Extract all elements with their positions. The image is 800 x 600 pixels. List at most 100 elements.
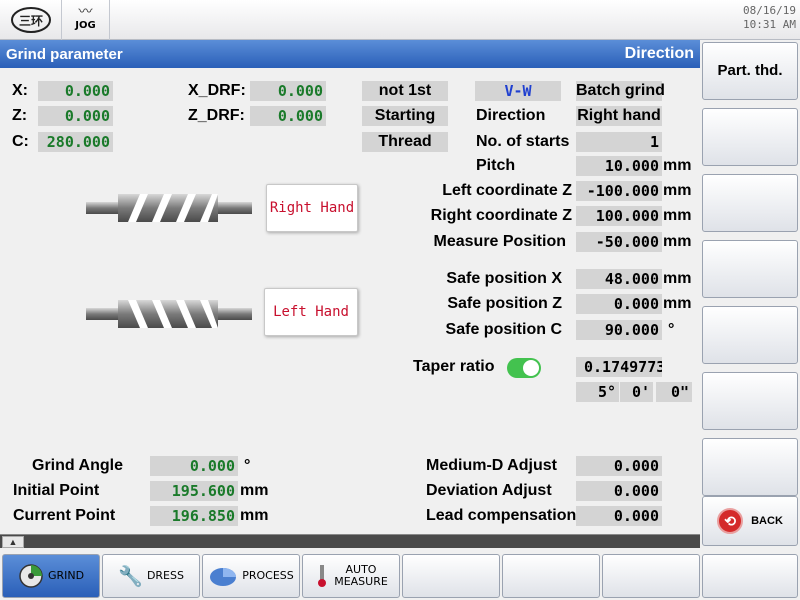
date-text: 08/16/19 xyxy=(743,4,796,17)
right-hand-thread-icon xyxy=(86,194,252,222)
grind-softkey[interactable]: GRIND xyxy=(2,554,100,598)
not-first-status[interactable]: not 1st xyxy=(362,81,448,101)
softkey-6[interactable] xyxy=(702,372,798,430)
direction-value[interactable]: Right hand xyxy=(576,106,662,126)
initial-point-label: Initial Point xyxy=(13,482,100,499)
safe-x-unit: mm xyxy=(663,270,692,287)
chevron-up-icon[interactable]: ▲ xyxy=(2,536,24,548)
right-coordinate-label: Right coordinate Z xyxy=(430,207,572,224)
direction-label: Direction xyxy=(476,107,546,124)
grind-angle-label: Grind Angle xyxy=(32,457,123,474)
svg-text:三环: 三环 xyxy=(18,14,42,28)
pitch-unit: mm xyxy=(663,157,692,174)
medium-d-adjust-label: Medium-D Adjust xyxy=(426,457,557,474)
process-label: PROCESS xyxy=(242,569,294,582)
softkey-5[interactable] xyxy=(702,306,798,364)
logo: 三环 xyxy=(0,0,62,40)
measure-position-unit: mm xyxy=(663,233,692,250)
z-drf-value: 0.000 xyxy=(250,106,326,126)
top-bar: 三环 〰 JOG 08/16/19 10:31 AM xyxy=(0,0,800,40)
x-drf-value: 0.000 xyxy=(250,81,326,101)
starts-value[interactable]: 1 xyxy=(576,132,662,152)
softkey-h7[interactable] xyxy=(602,554,700,598)
batch-grind-status[interactable]: Batch grind xyxy=(576,81,665,101)
softkey-3[interactable] xyxy=(702,174,798,232)
x-drf-label: X_DRF: xyxy=(188,82,246,99)
grind-angle-unit: ° xyxy=(244,457,251,474)
measure-position-label: Measure Position xyxy=(433,233,566,250)
z-drf-label: Z_DRF: xyxy=(188,107,245,124)
safe-c-unit: ° xyxy=(668,321,675,338)
safe-x-value[interactable]: 48.000 xyxy=(576,269,662,289)
jog-wave-icon: 〰 xyxy=(78,3,93,19)
starts-label: No. of starts xyxy=(476,133,570,150)
grind-wheel-icon xyxy=(19,564,43,588)
measure-position-value[interactable]: -50.000 xyxy=(576,232,662,252)
left-hand-thread-icon xyxy=(86,300,252,328)
current-point-unit: mm xyxy=(240,507,269,524)
safe-z-unit: mm xyxy=(663,295,692,312)
deviation-adjust-label: Deviation Adjust xyxy=(426,482,552,499)
safe-z-label: Safe position Z xyxy=(447,295,562,312)
z-axis-label: Z: xyxy=(12,107,28,124)
grind-label: GRIND xyxy=(47,569,85,582)
safe-z-value[interactable]: 0.000 xyxy=(576,294,662,314)
x-axis-label: X: xyxy=(12,82,28,99)
process-pie-icon xyxy=(210,568,237,586)
z-axis-value: 0.000 xyxy=(38,106,113,126)
medium-d-adjust-value[interactable]: 0.000 xyxy=(576,456,662,476)
initial-point-unit: mm xyxy=(240,482,269,499)
thread-status[interactable]: Thread xyxy=(362,132,448,152)
panel-mode: Direction xyxy=(624,45,694,62)
deviation-adjust-value[interactable]: 0.000 xyxy=(576,481,662,501)
left-coordinate-value[interactable]: -100.000 xyxy=(576,181,662,201)
taper-seconds[interactable]: 0" xyxy=(656,382,692,402)
back-label: BACK xyxy=(751,515,783,527)
softkey-2[interactable] xyxy=(702,108,798,166)
back-button[interactable]: ⟲ BACK xyxy=(702,496,798,546)
c-axis-value: 280.000 xyxy=(38,132,113,152)
softkey-7[interactable] xyxy=(702,438,798,496)
right-coordinate-unit: mm xyxy=(663,207,692,224)
softkey-h5[interactable] xyxy=(402,554,500,598)
right-coordinate-value[interactable]: 100.000 xyxy=(576,206,662,226)
vw-status[interactable]: V-W xyxy=(475,81,561,101)
safe-c-value[interactable]: 90.000 xyxy=(576,320,662,340)
status-strip: ▲ xyxy=(0,534,700,548)
taper-ratio-label: Taper ratio xyxy=(413,358,495,375)
grind-angle-value: 0.000 xyxy=(150,456,238,476)
probe-icon xyxy=(318,565,327,587)
dress-label: DRESS xyxy=(146,569,184,582)
process-softkey[interactable]: PROCESS xyxy=(202,554,300,598)
pitch-label: Pitch xyxy=(476,157,516,174)
pitch-value[interactable]: 10.000 xyxy=(576,156,662,176)
softkey-h8[interactable] xyxy=(702,554,798,598)
lead-compensation-label: Lead compensation xyxy=(426,507,577,524)
safe-c-label: Safe position C xyxy=(445,321,562,338)
right-hand-callout: Right Hand xyxy=(266,184,358,232)
softkey-4[interactable] xyxy=(702,240,798,298)
current-point-value: 196.850 xyxy=(150,506,238,526)
horizontal-softkeys: GRIND 🔧 DRESS PROCESS AUTO MEASURE xyxy=(0,548,800,600)
left-coordinate-unit: mm xyxy=(663,182,692,199)
brand-logo-icon: 三环 xyxy=(10,7,51,33)
auto-measure-softkey[interactable]: AUTO MEASURE xyxy=(302,554,400,598)
panel-header: Grind parameter Direction xyxy=(0,40,700,68)
taper-ratio-toggle[interactable] xyxy=(507,358,541,378)
datetime: 08/16/19 10:31 AM xyxy=(743,4,796,32)
jog-mode-label: JOG xyxy=(75,20,96,31)
initial-point-value: 195.600 xyxy=(150,481,238,501)
safe-x-label: Safe position X xyxy=(446,270,562,287)
dress-softkey[interactable]: 🔧 DRESS xyxy=(102,554,200,598)
taper-minutes[interactable]: 0' xyxy=(620,382,653,402)
starting-status[interactable]: Starting xyxy=(362,106,448,126)
lead-compensation-value[interactable]: 0.000 xyxy=(576,506,662,526)
auto-measure-label: AUTO MEASURE xyxy=(334,564,388,588)
part-thd-softkey[interactable]: Part. thd. xyxy=(702,42,798,100)
softkey-h6[interactable] xyxy=(502,554,600,598)
taper-ratio-value[interactable]: 0.1749773 xyxy=(576,357,662,377)
taper-degrees[interactable]: 5° xyxy=(576,382,619,402)
left-coordinate-label: Left coordinate Z xyxy=(442,182,572,199)
jog-mode-indicator: 〰 JOG xyxy=(62,0,110,40)
x-axis-value: 0.000 xyxy=(38,81,113,101)
